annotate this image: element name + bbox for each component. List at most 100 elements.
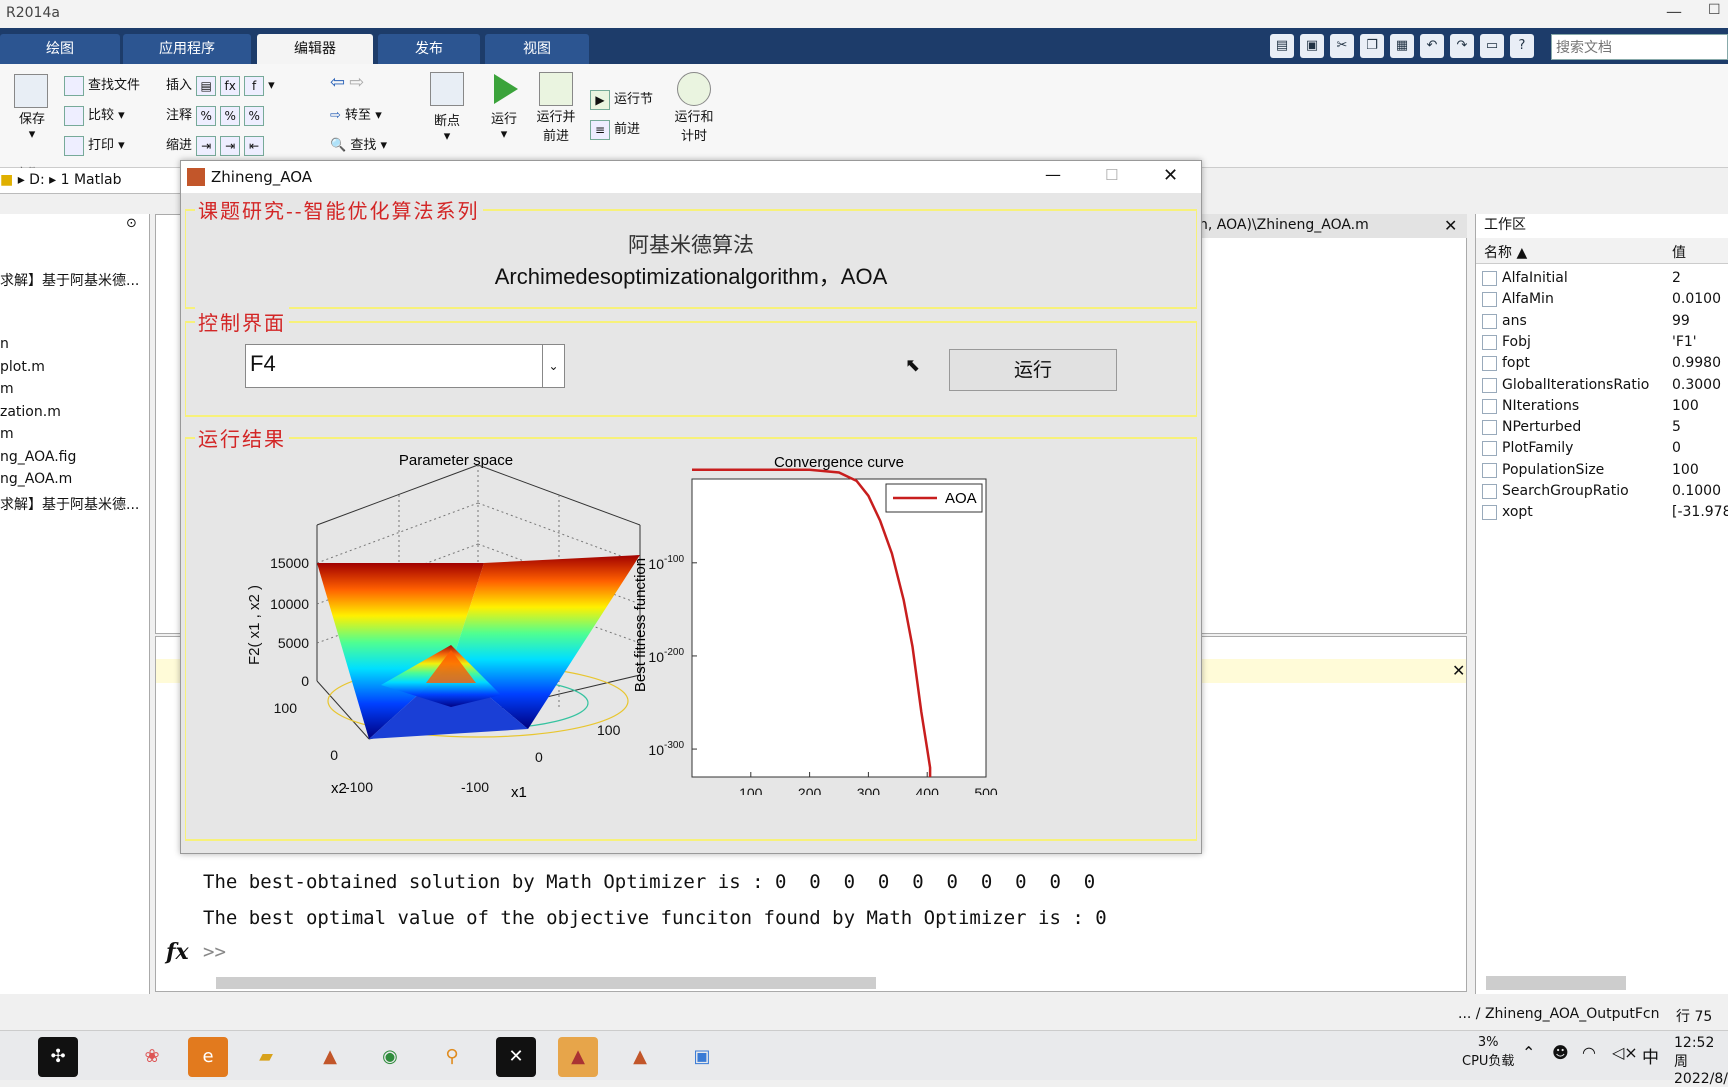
wifi-icon[interactable]: ◠ [1582, 1043, 1596, 1062]
maximize-icon[interactable]: ☐ [1105, 166, 1118, 184]
table-row[interactable]: NPerturbed 5 [1478, 417, 1728, 438]
file-explorer-icon[interactable]: ▰ [246, 1037, 286, 1077]
volume-icon[interactable]: ◁× [1612, 1043, 1638, 1062]
table-row[interactable]: PopulationSize 100 [1478, 460, 1728, 481]
magnifier-icon[interactable]: ⚲ [432, 1037, 472, 1077]
list-item[interactable]: zation.m [0, 404, 61, 420]
horizontal-scrollbar[interactable] [1486, 976, 1626, 990]
minimize-icon[interactable]: — [1045, 165, 1061, 184]
ie-icon[interactable]: e [188, 1037, 228, 1077]
list-item[interactable]: 求解】基于阿基米德... [0, 270, 139, 290]
tab-view[interactable]: 视图 [485, 34, 589, 64]
table-row[interactable]: AlfaMin 0.0100 [1478, 289, 1728, 310]
tab-apps[interactable]: 应用程序 [123, 34, 251, 64]
layout-icon[interactable]: ▤ [1270, 34, 1294, 58]
chrome-icon[interactable]: ◉ [370, 1037, 410, 1077]
list-item[interactable]: 求解】基于阿基米德... [0, 494, 139, 514]
matlab-icon[interactable]: ▲ [310, 1037, 350, 1077]
table-row[interactable]: ans 99 [1478, 311, 1728, 332]
indent-button[interactable]: 缩进 ⇥ ⇥ ⇤ [166, 134, 268, 156]
forward-icon[interactable]: ⇨ [349, 72, 364, 93]
table-row[interactable]: fopt 0.9980 [1478, 353, 1728, 374]
copy-icon[interactable]: ❐ [1360, 34, 1384, 58]
table-row[interactable]: AlfaInitial 2 [1478, 268, 1728, 289]
list-item[interactable]: m [0, 426, 14, 442]
fx-icon: fx [220, 75, 241, 96]
image-viewer-icon[interactable]: ▣ [682, 1037, 722, 1077]
minimize-icon[interactable]: — [1666, 2, 1682, 21]
horizontal-scrollbar[interactable] [216, 977, 876, 989]
address-bar[interactable]: ■ ▸ D: ▸ 1 Matlab [0, 168, 180, 194]
find-file-button[interactable]: 查找文件 [64, 74, 140, 96]
comment-button[interactable]: 注释 %%% [166, 104, 268, 126]
crumb-folder[interactable]: 1 Matlab [61, 172, 122, 188]
matlab-icon[interactable]: ▲ [558, 1037, 598, 1077]
breakpoint-button[interactable]: 断点 ▾ [430, 72, 464, 144]
goto-button[interactable]: ⇨ 转至 ▾ [330, 104, 382, 123]
insert-icon: ▤ [196, 75, 217, 96]
close-icon[interactable]: ✕ [1163, 165, 1178, 186]
run-advance-button[interactable]: 运行并 前进 [534, 72, 578, 144]
table-row[interactable]: NIterations 100 [1478, 396, 1728, 417]
paste-icon[interactable]: ▦ [1390, 34, 1414, 58]
editor-title: n, AOA)\Zhineng_AOA.m [1195, 214, 1467, 238]
advance-button[interactable]: ≡ 前进 [590, 118, 640, 140]
help-icon[interactable]: ? [1510, 34, 1534, 58]
list-item[interactable]: m [0, 381, 14, 397]
maximize-icon[interactable]: ☐ [1708, 2, 1721, 18]
app-icon[interactable]: ❀ [132, 1037, 172, 1077]
cut-icon[interactable]: ✂ [1330, 34, 1354, 58]
compare-button[interactable]: 比较 ▾ [64, 104, 125, 126]
search-input[interactable] [1551, 34, 1728, 60]
variable-name: GlobalIterationsRatio [1502, 376, 1650, 393]
nav-arrows[interactable]: ⇦ ⇨ [330, 72, 364, 93]
back-icon[interactable]: ⇦ [330, 72, 345, 93]
insert-button[interactable]: 插入 ▤ fx f ▾ [166, 74, 275, 96]
matlab-icon[interactable]: ▲ [620, 1037, 660, 1077]
uncomment-icon: % [220, 105, 241, 126]
close-icon[interactable]: ✕ [1452, 661, 1465, 680]
window-icon[interactable]: ▭ [1480, 34, 1504, 58]
redo-icon[interactable]: ↷ [1450, 34, 1474, 58]
cpu-meter: 3% CPU负载 [1462, 1035, 1515, 1069]
find-button[interactable]: 🔍 查找 ▾ [330, 134, 387, 153]
list-item[interactable]: n [0, 336, 9, 352]
run-button[interactable]: 运行 ▾ [488, 74, 520, 142]
qq-icon[interactable]: ☻ [1552, 1043, 1569, 1062]
table-row[interactable]: SearchGroupRatio 0.1000 [1478, 481, 1728, 502]
column-header-name[interactable]: 名称 ▲ [1484, 242, 1527, 262]
print-button[interactable]: 打印 ▾ [64, 134, 125, 156]
fx-icon: fx [166, 939, 189, 965]
run-button[interactable]: 运行 [949, 349, 1117, 391]
tab-publish[interactable]: 发布 [378, 34, 480, 64]
ime-indicator[interactable]: 中 [1642, 1043, 1659, 1068]
table-row[interactable]: PlotFamily 0 [1478, 438, 1728, 459]
chevron-down-icon[interactable]: ⌄ [542, 345, 564, 387]
tab-editor[interactable]: 编辑器 [257, 34, 373, 64]
chevron-up-icon[interactable]: ⌃ [1522, 1043, 1535, 1062]
save-button[interactable]: 保存 ▾ [14, 74, 50, 142]
list-item[interactable]: plot.m [0, 359, 45, 375]
close-icon[interactable]: ✕ [1444, 216, 1457, 235]
table-row[interactable]: GlobalIterationsRatio 0.3000 [1478, 375, 1728, 396]
panel-menu-icon[interactable]: ⊙ [126, 216, 137, 231]
column-header-value[interactable]: 值 [1672, 242, 1686, 262]
table-row[interactable]: xopt [-31.978 [1478, 502, 1728, 523]
variable-icon [1482, 420, 1497, 436]
table-row[interactable]: Fobj 'F1' [1478, 332, 1728, 353]
capcut-icon[interactable]: ✕ [496, 1037, 536, 1077]
run-section-button[interactable]: ▶ 运行节 [590, 88, 653, 110]
list-item[interactable]: ng_AOA.m [0, 471, 72, 487]
list-item[interactable]: ng_AOA.fig [0, 449, 76, 465]
tab-plots[interactable]: 绘图 [0, 34, 120, 64]
print-icon [64, 135, 84, 156]
run-and-time-button[interactable]: 运行和 计时 [672, 72, 716, 144]
crumb-drive[interactable]: D: [29, 172, 45, 188]
save-icon[interactable]: ▣ [1300, 34, 1324, 58]
capcut-icon[interactable]: ✣ [38, 1037, 78, 1077]
cmd-prompt[interactable]: >> [203, 941, 226, 963]
function-select[interactable]: F4 ⌄ [245, 344, 565, 388]
clock[interactable]: 12:52 周 2022/8/ [1674, 1035, 1728, 1087]
x-tick-label: 500 [974, 785, 998, 795]
undo-icon[interactable]: ↶ [1420, 34, 1444, 58]
